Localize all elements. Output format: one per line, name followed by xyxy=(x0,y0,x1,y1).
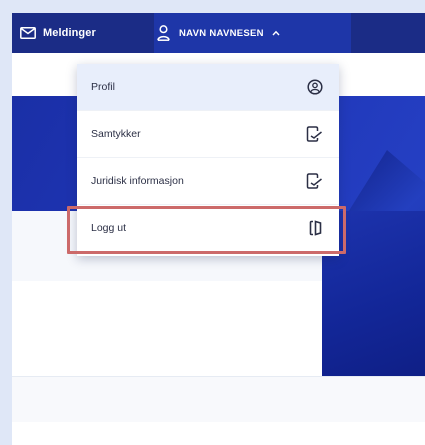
top-navigation-bar: Meldinger NAVN NAVNESEN xyxy=(12,13,425,53)
menu-item-samtykker[interactable]: Samtykker xyxy=(77,111,339,157)
menu-item-label: Profil xyxy=(91,81,115,93)
menu-item-profil[interactable]: Profil xyxy=(77,64,339,110)
messages-label: Meldinger xyxy=(43,27,96,39)
profile-circle-icon xyxy=(307,79,323,95)
chevron-up-icon xyxy=(272,30,280,36)
document-sign-icon xyxy=(306,173,323,189)
menu-item-juridisk-informasjon[interactable]: Juridisk informasjon xyxy=(77,158,339,204)
logout-highlight-box xyxy=(67,206,346,254)
user-icon xyxy=(157,25,170,41)
menu-item-label: Juridisk informasjon xyxy=(91,175,184,187)
user-menu-button[interactable]: NAVN NAVNESEN xyxy=(157,13,292,53)
user-name: NAVN NAVNESEN xyxy=(179,27,264,39)
envelope-icon xyxy=(20,27,36,39)
menu-item-label: Samtykker xyxy=(91,128,141,140)
document-sign-icon xyxy=(306,126,323,142)
footer-strip xyxy=(12,377,425,422)
messages-button[interactable]: Meldinger xyxy=(20,13,96,53)
